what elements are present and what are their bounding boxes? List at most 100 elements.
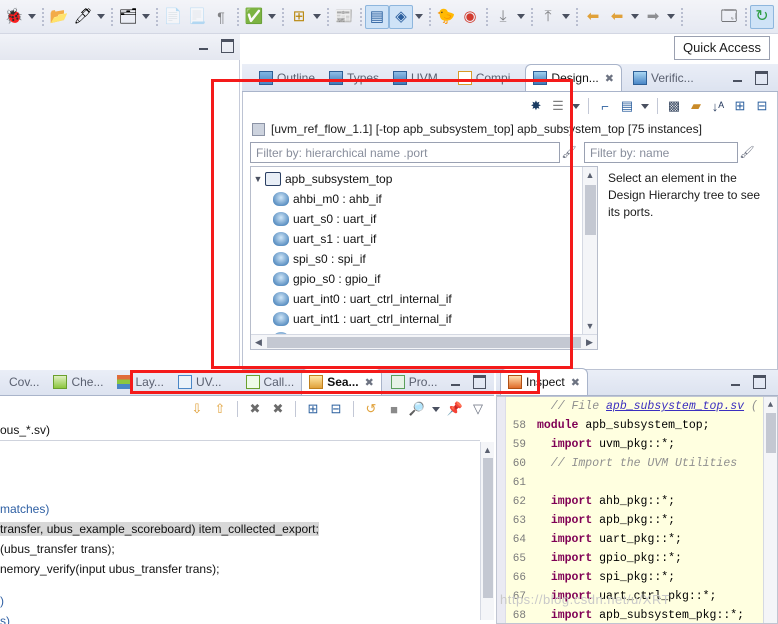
- show-connections-icon[interactable]: ⌐: [595, 96, 615, 116]
- forward-icon[interactable]: ➡: [641, 5, 665, 29]
- tree-row[interactable]: uart_s1 : uart_if: [251, 229, 581, 249]
- scroll-thumb[interactable]: [585, 185, 596, 235]
- tab-compile[interactable]: Compi: [451, 65, 518, 91]
- view-menu-list-icon[interactable]: ☰: [548, 96, 568, 116]
- bug-yellow-icon[interactable]: 🐤: [434, 5, 458, 29]
- tree-row[interactable]: ▼ apb_subsystem_top: [251, 169, 581, 189]
- tab-types[interactable]: Types: [322, 65, 386, 91]
- tab-call-graph[interactable]: Call...: [239, 369, 302, 395]
- lifebuoy-icon[interactable]: ◉: [458, 5, 482, 29]
- export-doc-icon[interactable]: 📄: [161, 5, 185, 29]
- scroll-right-icon[interactable]: ▶: [582, 337, 597, 348]
- maximize-icon[interactable]: [472, 375, 486, 389]
- chevron-down-icon[interactable]: ▼: [251, 174, 265, 184]
- view-menu-arrow-icon[interactable]: [570, 94, 582, 118]
- back-dropdown-arrow-icon[interactable]: [629, 5, 641, 29]
- search-result-row[interactable]: ): [0, 594, 494, 608]
- collapse-all-icon[interactable]: ⊟: [752, 96, 772, 116]
- debug-icon[interactable]: 🐞: [2, 5, 26, 29]
- hierarchical-filter-input[interactable]: Filter by: hierarchical name .port: [250, 142, 560, 163]
- search-history-arrow-icon[interactable]: [430, 397, 442, 421]
- instance-color-icon[interactable]: ▰: [686, 96, 706, 116]
- hierarchy-dropdown-arrow-icon[interactable]: [311, 5, 323, 29]
- tab-inspect[interactable]: Inspect ✖: [500, 368, 588, 395]
- upload-dropdown-arrow-icon[interactable]: [560, 5, 572, 29]
- debug-dropdown-arrow-icon[interactable]: [26, 5, 38, 29]
- list-doc-icon[interactable]: 📃: [185, 5, 209, 29]
- editor-vertical-scrollbar[interactable]: ▲: [763, 397, 777, 623]
- expand-all-icon[interactable]: ⊞: [303, 399, 323, 419]
- clear-filter-right-icon[interactable]: 🖌: [738, 142, 756, 162]
- minimize-icon[interactable]: [196, 39, 210, 53]
- remove-selected-icon[interactable]: ✖: [245, 399, 265, 419]
- name-filter-input[interactable]: Filter by: name: [584, 142, 738, 163]
- filter-bar-icon[interactable]: ▤: [617, 96, 637, 116]
- next-match-icon[interactable]: ⇩: [187, 399, 207, 419]
- tree-row[interactable]: uart_int0 : uart_ctrl_internal_if: [251, 289, 581, 309]
- scroll-thumb[interactable]: [483, 458, 493, 598]
- new-perspective-icon[interactable]: 🗔: [717, 5, 741, 29]
- scroll-down-icon[interactable]: ▼: [583, 318, 597, 333]
- minimize-icon[interactable]: [728, 375, 742, 389]
- quick-access-tooltip[interactable]: Quick Access: [673, 36, 770, 60]
- refresh-perspective-icon[interactable]: ↻: [750, 4, 774, 29]
- close-icon[interactable]: ✖: [571, 376, 580, 389]
- remove-all-icon[interactable]: ✖: [268, 399, 288, 419]
- source-file-icon[interactable]: 📰: [332, 5, 356, 29]
- waveform-dropdown-arrow-icon[interactable]: [413, 5, 425, 29]
- tab-check[interactable]: Che...: [46, 369, 110, 395]
- open-folder-icon[interactable]: 📂: [47, 5, 71, 29]
- sort-az-icon[interactable]: ↓ᴬ: [708, 96, 728, 116]
- chip-icon[interactable]: ▩: [664, 96, 684, 116]
- tab-search[interactable]: Sea... ✖: [301, 368, 382, 395]
- collapse-all-icon[interactable]: ⊟: [326, 399, 346, 419]
- scroll-thumb[interactable]: [267, 336, 581, 348]
- tree-row[interactable]: ahbi_m0 : ahb_if: [251, 189, 581, 209]
- search-history-icon[interactable]: 🔎: [407, 399, 427, 419]
- back-icon[interactable]: ⬅: [605, 5, 629, 29]
- tab-properties[interactable]: Pro...: [384, 369, 445, 395]
- minimize-icon[interactable]: [448, 375, 462, 389]
- tree-horizontal-scrollbar[interactable]: ◀ ▶: [251, 334, 597, 349]
- scroll-left-icon[interactable]: ◀: [251, 337, 266, 348]
- design-hierarchy-tree[interactable]: ▼ apb_subsystem_top ahbi_m0 : ahb_if uar…: [250, 166, 598, 350]
- new-folder-icon[interactable]: 🗂: [116, 5, 140, 29]
- scroll-up-icon[interactable]: ▲: [583, 167, 597, 182]
- link-with-editor-icon[interactable]: ✸: [526, 96, 546, 116]
- search-vertical-scrollbar[interactable]: ▲: [480, 442, 494, 620]
- check-circle-icon[interactable]: ✅: [242, 5, 266, 29]
- upload-icon[interactable]: ⤒: [536, 5, 560, 29]
- stop-icon[interactable]: ■: [384, 399, 404, 419]
- source-code-editor[interactable]: // File apb_subsystem_top.sv ( 58 module…: [496, 396, 778, 624]
- previous-match-icon[interactable]: ⇧: [210, 399, 230, 419]
- scroll-thumb[interactable]: [766, 413, 776, 453]
- waveform-icon[interactable]: ◈: [389, 4, 413, 29]
- maximize-icon[interactable]: [220, 39, 234, 53]
- tab-outline[interactable]: Outline: [252, 65, 322, 91]
- search-result-row[interactable]: nemory_verify(input ubus_transfer trans)…: [0, 562, 494, 576]
- download-icon[interactable]: ⤓: [491, 5, 515, 29]
- file-link[interactable]: apb_subsystem_top.sv: [606, 400, 744, 413]
- tab-design[interactable]: Design... ✖: [525, 64, 622, 91]
- check-dropdown-arrow-icon[interactable]: [266, 5, 278, 29]
- search-result-row[interactable]: matches): [0, 502, 494, 516]
- tab-uvm[interactable]: UVM: [386, 65, 445, 91]
- design-view-icon[interactable]: ▤: [365, 4, 389, 29]
- run-last-search-icon[interactable]: ↺: [361, 399, 381, 419]
- tree-row[interactable]: uart_int1 : uart_ctrl_internal_if: [251, 309, 581, 329]
- tree-row[interactable]: spi_s0 : spi_if: [251, 249, 581, 269]
- view-menu-icon[interactable]: ▽: [468, 399, 488, 419]
- search-result-row[interactable]: transfer, ubus_example_scoreboard) item_…: [0, 522, 494, 536]
- tab-coverage[interactable]: Cov...: [2, 369, 46, 395]
- tab-uvm-tree[interactable]: UV...: [171, 369, 229, 395]
- minimize-icon[interactable]: [730, 71, 744, 85]
- expand-all-icon[interactable]: ⊞: [730, 96, 750, 116]
- clear-filter-left-icon[interactable]: 🖌: [560, 142, 578, 162]
- close-icon[interactable]: ✖: [605, 72, 614, 85]
- maximize-icon[interactable]: [752, 375, 766, 389]
- search-result-row[interactable]: (ubus_transfer trans);: [0, 542, 494, 556]
- run-dropdown-arrow-icon[interactable]: [95, 5, 107, 29]
- scroll-up-icon[interactable]: ▲: [764, 397, 777, 412]
- pencil-run-icon[interactable]: 🖊: [71, 5, 95, 29]
- tree-row[interactable]: uart_s0 : uart_if: [251, 209, 581, 229]
